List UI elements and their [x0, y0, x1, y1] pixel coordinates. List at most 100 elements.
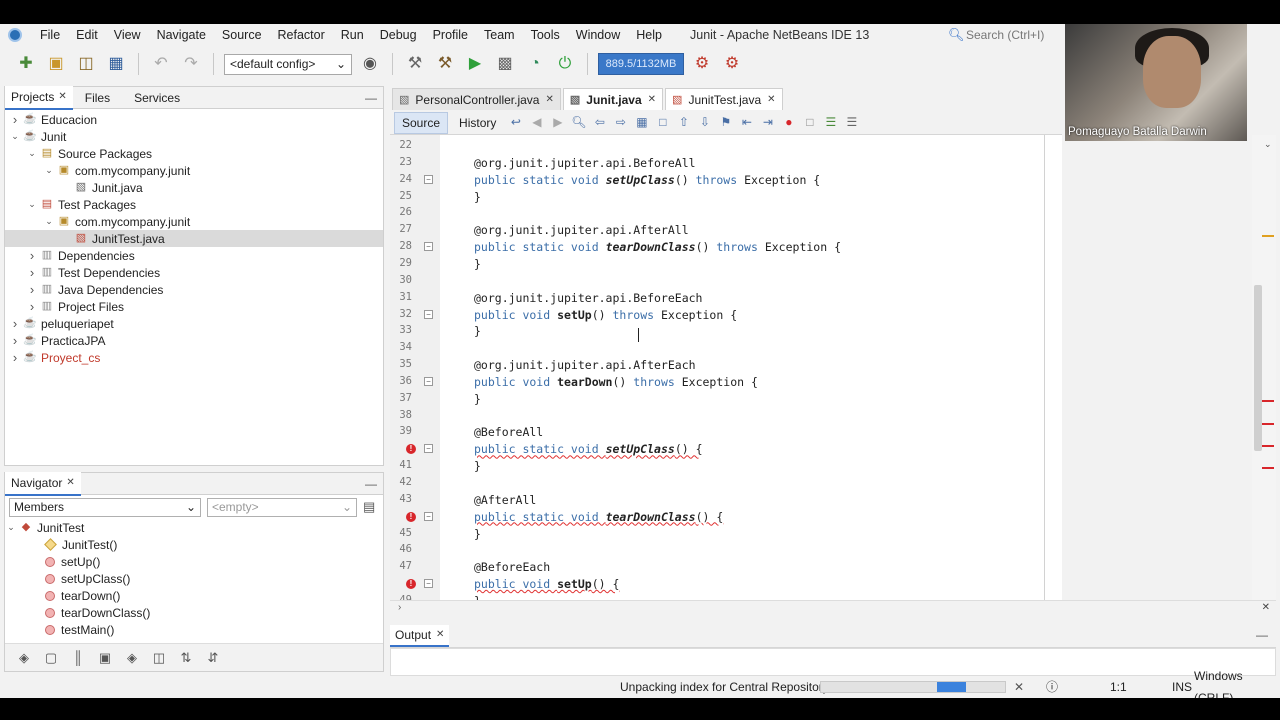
menu-run[interactable]: Run [333, 24, 372, 46]
error-stripe-mark[interactable] [1262, 445, 1274, 447]
find-icon[interactable]: 🔍︎ [570, 114, 587, 131]
close-icon[interactable]: ✕ [767, 94, 775, 105]
members-select[interactable]: Members ⌄ [9, 497, 201, 517]
comment-icon[interactable]: ☰ [822, 114, 839, 131]
tree-item[interactable]: ▧ JunitTest.java [5, 230, 383, 247]
run-icon[interactable]: ▶ [463, 52, 487, 76]
undo-icon[interactable]: ↶ [149, 52, 173, 76]
close-icon[interactable]: ✕ [648, 94, 656, 105]
close-icon[interactable]: ✕ [58, 86, 66, 108]
debug-icon[interactable]: ▩ [493, 52, 517, 76]
error-icon[interactable]: ! [406, 579, 416, 590]
fold-toggle-icon[interactable]: − [424, 174, 433, 184]
back-icon[interactable]: ◀ [528, 114, 545, 131]
sort-source-icon[interactable]: ⇵ [204, 649, 222, 667]
close-icon[interactable]: ✕ [545, 94, 553, 105]
vertical-scrollbar[interactable] [1254, 285, 1262, 451]
minimize-icon[interactable]: — [1256, 624, 1268, 646]
fold-toggle-icon[interactable]: − [424, 511, 433, 521]
new-project-icon[interactable]: ▣ [44, 52, 68, 76]
navigator-member[interactable]: tearDownClass() [5, 604, 383, 621]
tree-item[interactable]: ⌄ ▤ Test Packages [5, 196, 383, 213]
output-area[interactable] [390, 648, 1276, 676]
error-icon[interactable]: ! [406, 511, 416, 522]
chevron-right-icon[interactable]: › [26, 299, 38, 314]
chevron-right-icon[interactable]: › [9, 316, 21, 331]
chevron-down-icon[interactable]: ⌄ [43, 165, 55, 176]
tree-item[interactable]: › ☕ Proyect_cs [5, 349, 383, 366]
shift-left-icon[interactable]: ⇤ [738, 114, 755, 131]
cancel-task-icon[interactable]: ✕ [1014, 676, 1024, 698]
menu-tools[interactable]: Tools [523, 24, 568, 46]
gc-icon[interactable]: ⚙ [690, 52, 714, 76]
chevron-right-icon[interactable]: › [9, 350, 21, 365]
tab-output[interactable]: Output ✕ [390, 624, 450, 647]
chevron-down-icon[interactable]: ⌄ [26, 148, 38, 159]
redo-icon[interactable]: ↷ [179, 52, 203, 76]
toggle-bookmark-icon[interactable]: ⚑ [717, 114, 734, 131]
code-editor[interactable]: 22 23 24 − 25 26 27 28 − 29 30 31 32 − 33 34 35 36 − 37 38 39… [390, 135, 1062, 600]
navigator-member[interactable]: tearDown() [5, 587, 383, 604]
navigator-member[interactable]: JunitTest() [5, 536, 383, 553]
horizontal-scrollbar[interactable]: › ✕ [390, 600, 1276, 616]
tree-item[interactable]: ⌄ ▤ Source Packages [5, 145, 383, 162]
close-icon[interactable]: ✕ [436, 629, 444, 640]
tab-files[interactable]: Files [73, 87, 122, 109]
editor-tab[interactable]: ▧ Junit.java ✕ [562, 88, 664, 110]
navigator-member[interactable]: setUpClass() [5, 570, 383, 587]
tree-item[interactable]: › ▥ Test Dependencies [5, 264, 383, 281]
chevron-down-icon[interactable]: ⌄ [9, 131, 21, 142]
notifications-icon[interactable]: ⓘ [1046, 676, 1058, 698]
find-previous-icon[interactable]: ⇦ [591, 114, 608, 131]
tab-projects[interactable]: Projects ✕ [5, 85, 73, 110]
collapse-icon[interactable]: ⌄ [1264, 139, 1272, 150]
minimize-icon[interactable]: — [365, 473, 377, 495]
toggle-highlight-icon[interactable]: □ [654, 114, 671, 131]
menu-refactor[interactable]: Refactor [270, 24, 333, 46]
pause-gc-icon[interactable]: ⚙ [720, 52, 744, 76]
navigator-options-icon[interactable]: ▤ [363, 499, 375, 515]
clean-build-icon[interactable]: ⚒ [433, 52, 457, 76]
filter-inherited-icon[interactable]: ◈ [15, 649, 33, 667]
error-icon[interactable]: ! [406, 444, 416, 455]
new-file-icon[interactable]: ✚ [14, 52, 38, 76]
editor-tab[interactable]: ▧ PersonalController.java ✕ [392, 88, 561, 110]
power-icon[interactable]: ⏻ [553, 52, 577, 76]
menu-file[interactable]: File [32, 24, 68, 46]
menu-debug[interactable]: Debug [372, 24, 425, 46]
warning-stripe-mark[interactable] [1262, 235, 1274, 237]
hammer-icon[interactable]: ⚒ [403, 52, 427, 76]
tree-item[interactable]: › ☕ Educacion [5, 111, 383, 128]
error-stripe-mark[interactable] [1262, 467, 1274, 469]
chevron-down-icon[interactable]: ⌄ [26, 199, 38, 210]
open-project-icon[interactable]: ◫ [74, 52, 98, 76]
previous-bookmark-icon[interactable]: ⇧ [675, 114, 692, 131]
scroll-left-icon[interactable]: › [398, 602, 401, 613]
memory-meter[interactable]: 889.5/1132MB [598, 53, 684, 75]
menu-window[interactable]: Window [568, 24, 628, 46]
error-stripe-mark[interactable] [1262, 423, 1274, 425]
tree-item[interactable]: ⌄ ▣ com.mycompany.junit [5, 162, 383, 179]
chevron-right-icon[interactable]: › [26, 248, 38, 263]
filter-inner-icon[interactable]: ◈ [123, 649, 141, 667]
fold-toggle-icon[interactable]: − [424, 579, 433, 589]
profile-icon[interactable]: ◔ [523, 52, 547, 76]
tree-item[interactable]: › ▥ Dependencies [5, 247, 383, 264]
globe-icon[interactable]: ◉ [358, 52, 382, 76]
chevron-right-icon[interactable]: › [9, 112, 21, 127]
tree-item[interactable]: ⌄ ▣ com.mycompany.junit [5, 213, 383, 230]
menu-view[interactable]: View [106, 24, 149, 46]
menu-team[interactable]: Team [476, 24, 523, 46]
tree-item[interactable]: ⌄ ☕ Junit [5, 128, 383, 145]
forward-icon[interactable]: ▶ [549, 114, 566, 131]
navigator-root[interactable]: ⌄ ◆ JunitTest [5, 519, 383, 536]
tree-item[interactable]: ▧ Junit.java [5, 179, 383, 196]
filter-nonpublic-icon[interactable]: ▣ [96, 649, 114, 667]
save-all-icon[interactable]: ▦ [104, 52, 128, 76]
menu-source[interactable]: Source [214, 24, 270, 46]
menu-help[interactable]: Help [628, 24, 670, 46]
close-icon[interactable]: ✕ [1262, 602, 1270, 613]
navigator-member[interactable]: testMain() [5, 621, 383, 638]
tab-history[interactable]: History [452, 113, 503, 133]
tree-item[interactable]: › ☕ PracticaJPA [5, 332, 383, 349]
